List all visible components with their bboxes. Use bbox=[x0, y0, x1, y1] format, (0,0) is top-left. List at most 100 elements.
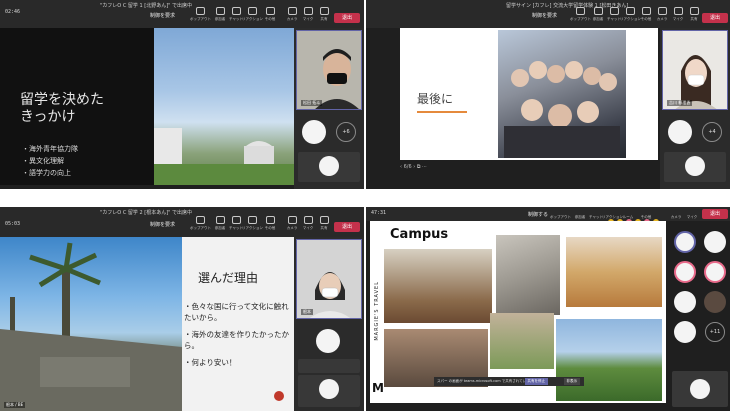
more-icon bbox=[641, 7, 651, 15]
participant-video[interactable]: 松田 拓斗 bbox=[296, 30, 362, 110]
participant-sidebar: 松田 拓斗 +6 bbox=[294, 28, 364, 189]
participant-avatar[interactable] bbox=[704, 261, 726, 283]
campus-photo bbox=[154, 28, 294, 185]
popout-button[interactable]: ポップアウト bbox=[190, 213, 211, 235]
participant-avatar[interactable] bbox=[668, 120, 692, 144]
more-icon bbox=[265, 7, 275, 15]
popout-button[interactable]: ポップアウト bbox=[190, 4, 211, 26]
slide-heading: 選んだ理由 bbox=[198, 271, 259, 285]
page-indicator: ‹ 6/6 › ⧉ ··· bbox=[400, 164, 427, 170]
slide-bullet: ・海外青年協力隊 bbox=[22, 145, 78, 153]
hide-toast-button[interactable]: 非表示 bbox=[563, 378, 580, 385]
share-button[interactable]: 共有 bbox=[314, 4, 334, 26]
reaction-icon bbox=[247, 216, 257, 224]
call-timer: 02:46 bbox=[5, 9, 21, 15]
reactions-button[interactable]: リアクション bbox=[242, 213, 263, 235]
shared-slide: 留学を決めた きっかけ ・海外青年協力隊 ・異文化理解 ・語学力の向上 bbox=[0, 28, 294, 185]
slide-heading: 最後に bbox=[417, 92, 454, 106]
participant-avatar[interactable] bbox=[674, 261, 696, 283]
participant-avatar[interactable] bbox=[302, 120, 326, 144]
share-icon bbox=[319, 7, 329, 15]
slide-heading: 留学を決めた きっかけ bbox=[20, 92, 104, 125]
share-icon bbox=[319, 216, 329, 224]
stop-sharing-button[interactable]: 共有を停止 bbox=[524, 378, 548, 385]
participant-avatar[interactable] bbox=[704, 291, 726, 313]
share-button[interactable]: 共有 bbox=[684, 4, 704, 26]
call-timer: 05:03 bbox=[5, 221, 21, 227]
participant-name: 吉川 楓理香 bbox=[667, 100, 693, 106]
leave-button[interactable]: 退出 bbox=[334, 13, 360, 23]
screen-share-toast: スパー の画面が teams.microsoft.com で共有されています。 … bbox=[434, 377, 584, 386]
camera-icon bbox=[657, 7, 667, 15]
shared-slide: Campus MARGIE'S TRAVEL M スパー の画面が teams.… bbox=[370, 221, 666, 403]
leave-button[interactable]: 退出 bbox=[702, 13, 728, 23]
reactions-button[interactable]: リアクション bbox=[242, 4, 263, 26]
logo-m: M bbox=[372, 381, 384, 395]
more-participants-badge[interactable]: +11 bbox=[705, 322, 725, 342]
participant-avatar[interactable] bbox=[674, 291, 696, 313]
food-photo bbox=[566, 237, 662, 307]
leave-button[interactable]: 退出 bbox=[702, 209, 728, 219]
mic-icon bbox=[303, 216, 313, 224]
participant-avatar[interactable] bbox=[316, 329, 340, 353]
slide-text-area: 選んだ理由 ・色々な国に行って文化に触れたいから。 ・海外の友達を作りたかったか… bbox=[182, 237, 294, 411]
stadium-photo bbox=[556, 319, 662, 401]
chat-icon bbox=[231, 7, 241, 15]
palm-trees bbox=[0, 242, 182, 411]
participant-name: 松田 拓斗 bbox=[301, 100, 323, 106]
participant-avatar[interactable] bbox=[674, 321, 696, 343]
share-button[interactable]: 共有 bbox=[314, 213, 334, 235]
slide-bullet: ・海外の友達を作りたかったから。 bbox=[184, 330, 289, 350]
reaction-icon bbox=[247, 7, 257, 15]
participant-avatar[interactable] bbox=[674, 231, 696, 253]
participant-avatar[interactable] bbox=[319, 379, 339, 399]
photo-caption: 根本 / BE bbox=[4, 402, 26, 408]
request-control-button[interactable]: 制御する bbox=[528, 211, 548, 218]
people-icon bbox=[215, 216, 225, 224]
meeting-window-4: 47:31 制御する ポップアウト 参加者 チャット リアクション ルーム その… bbox=[366, 207, 730, 411]
camera-icon bbox=[287, 7, 297, 15]
more-participants-badge[interactable]: +4 bbox=[702, 122, 722, 142]
participant-sidebar: 根本 bbox=[294, 237, 364, 411]
meeting-toolbar: 02:46 "カフレO C 留学 1 [北野あん]" で出席中 制御を要求 ポッ… bbox=[0, 0, 364, 28]
participant-avatar[interactable] bbox=[319, 156, 339, 176]
reaction-icon bbox=[625, 7, 635, 15]
participant-video[interactable]: 根本 bbox=[296, 239, 362, 319]
group-photo bbox=[384, 249, 492, 323]
heading-underline bbox=[417, 111, 467, 113]
leave-button[interactable]: 退出 bbox=[334, 222, 360, 232]
call-timer: 47:31 bbox=[371, 210, 387, 216]
mic-icon bbox=[673, 7, 683, 15]
participant-avatar[interactable] bbox=[685, 156, 705, 176]
meeting-toolbar: 留学サイン [カフレ] 交流大学留学体験 1 [松田きあん] 制御を要求 ポップ… bbox=[366, 0, 730, 28]
request-control-button[interactable]: 制御を要求 bbox=[150, 221, 175, 228]
more-button[interactable]: その他 bbox=[260, 213, 280, 235]
popout-icon bbox=[195, 7, 205, 15]
slide-bullet: ・語学力の向上 bbox=[22, 169, 71, 177]
meeting-title: "カフレO C 留学 1 [北野あん]" で出席中 bbox=[100, 3, 193, 9]
slide-bullet: ・色々な国に行って文化に触れたいから。 bbox=[184, 302, 289, 322]
campus-buildings bbox=[154, 128, 294, 185]
request-control-button[interactable]: 制御を要求 bbox=[532, 12, 557, 19]
participant-sidebar: 吉川 楓理香 +4 bbox=[660, 28, 730, 189]
mic-icon bbox=[303, 7, 313, 15]
slide-text-area: 留学を決めた きっかけ ・海外青年協力隊 ・異文化理解 ・語学力の向上 bbox=[0, 28, 154, 185]
popout-icon bbox=[195, 216, 205, 224]
participant-avatar[interactable] bbox=[704, 231, 726, 253]
event-photo bbox=[490, 313, 554, 369]
participant-video[interactable]: 吉川 楓理香 bbox=[662, 30, 728, 110]
participant-tile[interactable] bbox=[298, 359, 360, 373]
meeting-toolbar: 05:03 "カフレO C 留学 2 [根本あん]" で出席中 制御を要求 ポッ… bbox=[0, 207, 364, 237]
meeting-title: "カフレO C 留学 2 [根本あん]" で出席中 bbox=[100, 210, 193, 216]
participant-avatar[interactable] bbox=[690, 379, 710, 399]
slide-side-text: MARGIE'S TRAVEL bbox=[374, 281, 380, 341]
meeting-window-2: 留学サイン [カフレ] 交流大学留学体験 1 [松田きあん] 制御を要求 ポップ… bbox=[366, 0, 730, 189]
people-icon bbox=[593, 7, 603, 15]
popout-button[interactable]: ポップアウト bbox=[570, 4, 591, 26]
slide-bullet: ・何より安い！ bbox=[184, 358, 237, 367]
request-control-button[interactable]: 制御を要求 bbox=[150, 12, 175, 19]
more-button[interactable]: その他 bbox=[260, 4, 280, 26]
shared-slide: 最後に bbox=[400, 28, 658, 160]
more-participants-badge[interactable]: +6 bbox=[336, 122, 356, 142]
share-icon bbox=[689, 7, 699, 15]
